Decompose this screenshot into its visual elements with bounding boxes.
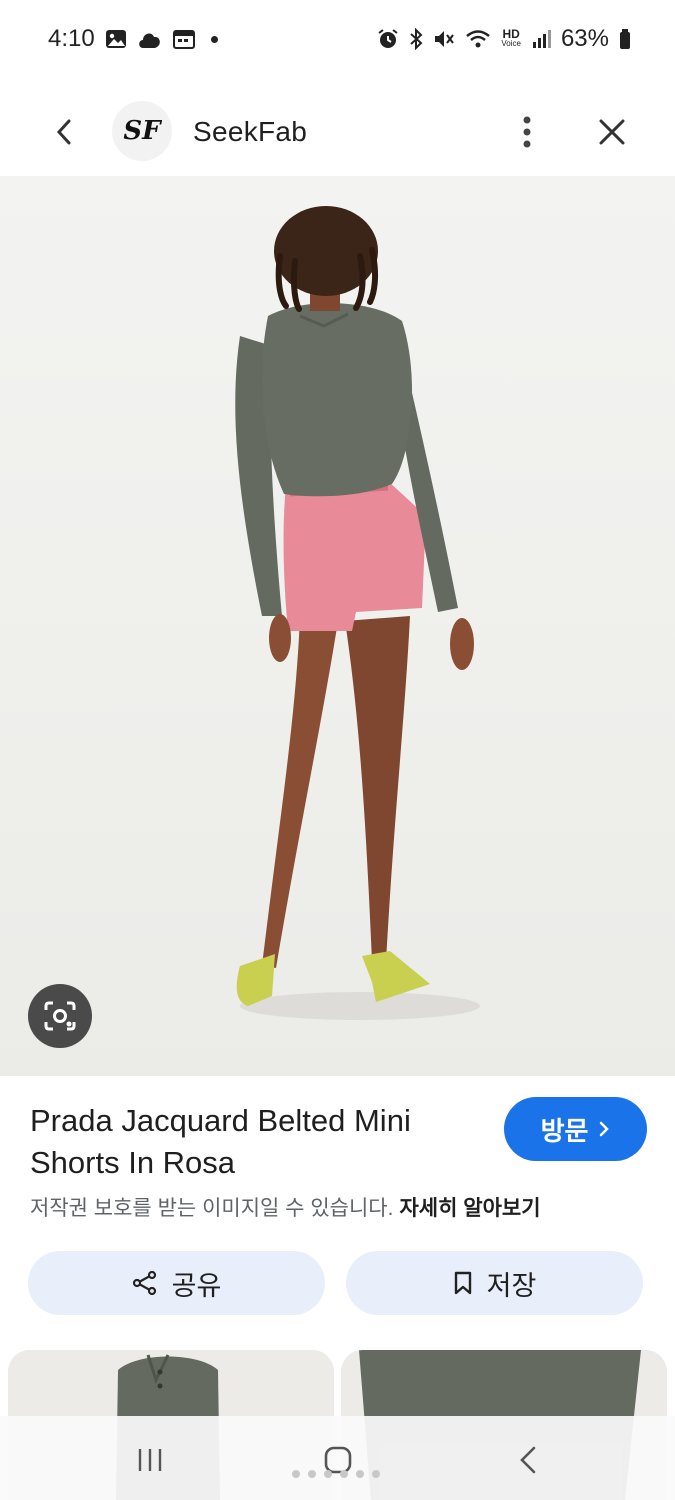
copyright-notice: 저작권 보호를 받는 이미지일 수 있습니다. 자세히 알아보기 (30, 1192, 541, 1222)
bluetooth-icon (409, 28, 423, 50)
site-logo-text: SF (123, 116, 161, 146)
save-button[interactable]: 저장 (346, 1251, 643, 1315)
signal-icon (531, 29, 551, 49)
status-time: 4:10 (48, 25, 95, 52)
status-bar: 4:10 HD Voice 63% (0, 0, 675, 78)
voice-label: Voice (501, 39, 521, 48)
alarm-icon (377, 28, 399, 50)
chevron-right-icon (600, 1121, 610, 1137)
hd-voice-icon: HD Voice (501, 27, 521, 49)
share-icon (132, 1270, 156, 1296)
bookmark-icon (454, 1271, 471, 1295)
close-button[interactable] (590, 110, 634, 154)
wifi-icon (465, 28, 491, 50)
system-back-button[interactable] (503, 1438, 553, 1482)
product-title: Prada Jacquard Belted Mini Shorts In Ros… (30, 1103, 411, 1180)
system-nav-bar (0, 1416, 675, 1500)
page-dot (308, 1470, 316, 1478)
status-left: 4:10 (48, 25, 218, 53)
learn-more-link[interactable]: 자세히 알아보기 (399, 1197, 540, 1220)
cloud-icon (137, 28, 163, 50)
more-options-button[interactable] (506, 110, 548, 154)
chevron-left-icon (56, 119, 71, 145)
site-logo[interactable]: SF (112, 101, 172, 161)
status-right: HD Voice 63% (377, 25, 631, 53)
page-dot (372, 1470, 380, 1478)
product-image[interactable] (0, 176, 675, 1076)
calendar-icon (172, 29, 195, 49)
page-dot (356, 1470, 364, 1478)
site-name[interactable]: SeekFab (193, 116, 307, 148)
mute-icon (433, 28, 455, 50)
more-vert-icon (523, 116, 531, 148)
page-dot (292, 1470, 300, 1478)
camera-lens-icon (44, 1001, 76, 1031)
share-button[interactable]: 공유 (28, 1251, 325, 1315)
battery-percent: 63% (560, 25, 609, 52)
recent-apps-button[interactable] (125, 1438, 175, 1482)
visit-label: 방문 (540, 1115, 589, 1146)
app-header: SF SeekFab (0, 92, 675, 172)
copyright-text: 저작권 보호를 받는 이미지일 수 있습니다. (30, 1197, 394, 1220)
page-dot (340, 1470, 348, 1478)
back-arrow-icon (520, 1446, 536, 1474)
battery-icon (619, 28, 631, 50)
gallery-icon (105, 29, 127, 49)
page-indicator (292, 1470, 380, 1478)
notification-dot-icon (210, 35, 218, 43)
share-label: 공유 (171, 1270, 222, 1301)
back-button[interactable] (42, 110, 86, 154)
lens-search-button[interactable] (28, 984, 92, 1048)
model-photo (235, 206, 480, 1020)
recent-apps-icon (138, 1449, 162, 1471)
visit-button[interactable]: 방문 (504, 1097, 647, 1161)
page-dot (324, 1470, 332, 1478)
save-label: 저장 (486, 1270, 537, 1301)
hd-label: HD (502, 27, 520, 41)
close-icon (599, 119, 625, 145)
